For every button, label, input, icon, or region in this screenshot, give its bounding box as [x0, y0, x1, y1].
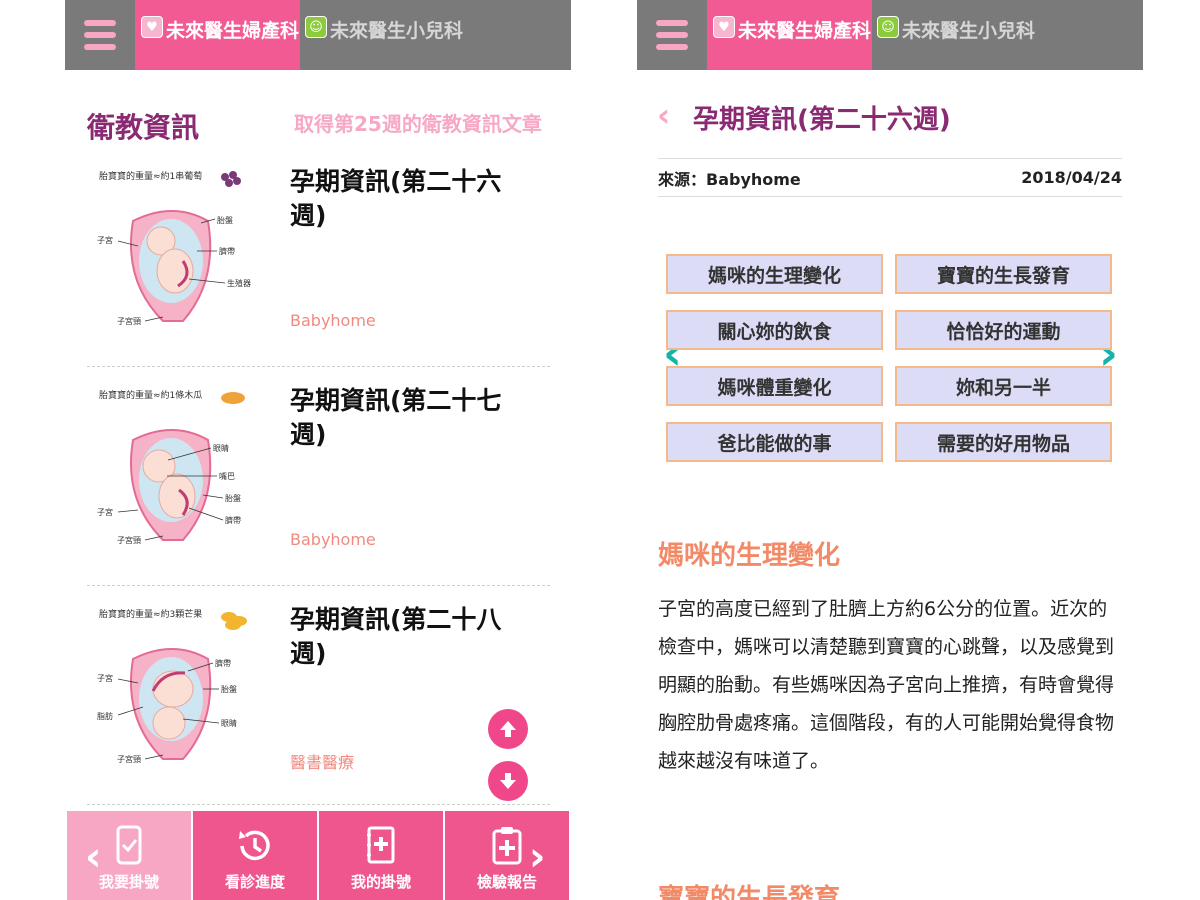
section-title: 衛教資訊 [87, 111, 200, 144]
pediatrics-logo-icon: ☺ [877, 16, 899, 38]
arrow-down-icon [500, 773, 516, 789]
svg-text:胎盤: 胎盤 [225, 493, 241, 503]
svg-text:生殖器: 生殖器 [227, 278, 251, 288]
obstetrics-logo-icon: ♥ [713, 16, 735, 38]
tab-obstetrics-label: 未來醫生婦產科 [166, 20, 300, 42]
fetch-week-articles-link[interactable]: 取得第25週的衛教資訊文章 [294, 108, 542, 137]
arrow-up-icon [500, 721, 516, 737]
category-button[interactable]: 需要的好用物品 [895, 422, 1112, 462]
article-title: 孕期資訊(第二十八週) [290, 605, 502, 668]
svg-text:胎盤: 胎盤 [217, 215, 233, 225]
menu-bar [656, 44, 688, 50]
svg-text:眼睛: 眼睛 [213, 443, 229, 453]
section-paragraph: 子宮的高度已經到了肚臍上方約6公分的位置。近次的檢查中，媽咪可以清楚聽到寶寶的心… [658, 598, 1115, 772]
article-meta-row: 來源：Babyhome 2018/04/24 [658, 158, 1122, 197]
bottom-navigation: 我要掛號 看診進度 我的掛號 檢驗報告 ‹ › [65, 811, 571, 900]
tab-pediatrics-label: 未來醫生小兒科 [902, 20, 1036, 42]
left-screen: ♥ 未來醫生婦產科 ☺ 未來醫生小兒科 衛教資訊 取得第25週的衛教資訊文章 胎… [65, 0, 571, 900]
category-button[interactable]: 恰恰好的運動 [895, 310, 1112, 350]
phone-check-icon [116, 825, 142, 865]
svg-text:子宮: 子宮 [97, 507, 113, 517]
svg-text:嘴巴: 嘴巴 [219, 471, 235, 481]
category-button[interactable]: 爸比能做的事 [666, 422, 883, 462]
tab-obstetrics-label: 未來醫生婦產科 [738, 20, 872, 42]
nav-my-registrations-button[interactable]: 我的掛號 [319, 811, 443, 900]
article-source: Babyhome [290, 311, 376, 330]
article-source: Babyhome [290, 530, 376, 549]
svg-text:臍帶: 臍帶 [225, 515, 241, 525]
back-chevron-icon[interactable]: ‹ [657, 96, 670, 134]
svg-text:臍帶: 臍帶 [215, 658, 231, 668]
article-source: 來源：Babyhome [658, 169, 801, 189]
svg-text:子宮頸: 子宮頸 [117, 754, 141, 764]
fetus-week27-illustration: 胎寶寶的重量≈約1條木瓜 眼睛 嘴巴 子宮 胎盤 臍帶 子宮頸 [97, 389, 245, 545]
nav-next-arrow-icon[interactable]: › [529, 837, 545, 877]
svg-text:脂肪: 脂肪 [97, 711, 113, 721]
article-item[interactable]: 胎寶寶的重量≈約1條木瓜 眼睛 嘴巴 子宮 胎盤 臍帶 子宮頸 孕期資訊(第二十… [87, 368, 550, 586]
svg-text:胎寶寶的重量≈約1條木瓜: 胎寶寶的重量≈約1條木瓜 [99, 389, 202, 401]
svg-text:子宮: 子宮 [97, 235, 113, 245]
menu-bar [656, 32, 688, 38]
svg-text:子宮頸: 子宮頸 [117, 316, 141, 326]
category-button[interactable]: 寶寶的生長發育 [895, 254, 1112, 294]
app-header: ♥ 未來醫生婦產科 ☺ 未來醫生小兒科 [65, 0, 571, 70]
article-item[interactable]: 胎寶寶的重量≈約3顆芒果 臍帶 子宮 胎盤 脂肪 眼睛 子宮頸 孕期資訊(第二十… [87, 587, 550, 805]
nav-register-label: 我要掛號 [98, 873, 159, 891]
menu-bar [84, 32, 116, 38]
article-title: 孕期資訊(第二十七週) [290, 386, 502, 449]
scroll-down-button[interactable] [488, 761, 528, 801]
category-button[interactable]: 關心妳的飲食 [666, 310, 883, 350]
article-date: 2018/04/24 [1021, 168, 1122, 187]
category-button[interactable]: 妳和另一半 [895, 366, 1112, 406]
fetus-week26-illustration: 胎寶寶的重量≈約1串葡萄 子宮 胎盤 臍帶 生殖器 子宮頸 [97, 170, 251, 326]
scroll-up-button[interactable] [488, 709, 528, 749]
svg-text:子宮頸: 子宮頸 [117, 535, 141, 545]
svg-text:臍帶: 臍帶 [219, 246, 235, 256]
fetus-week28-illustration: 胎寶寶的重量≈約3顆芒果 臍帶 子宮 胎盤 脂肪 眼睛 子宮頸 [97, 608, 247, 764]
tab-pediatrics-label: 未來醫生小兒科 [330, 20, 464, 42]
article-title: 孕期資訊(第二十六週) [693, 105, 951, 135]
clipboard-plus-icon [492, 827, 522, 865]
right-screen: ♥ 未來醫生婦產科 ☺ 未來醫生小兒科 ‹ 孕期資訊(第二十六週) 來源：Bab… [637, 0, 1143, 900]
menu-bar [656, 20, 688, 26]
tab-obstetrics[interactable]: ♥ 未來醫生婦產科 [135, 0, 300, 70]
svg-text:子宮: 子宮 [97, 673, 113, 683]
svg-text:眼睛: 眼睛 [221, 718, 237, 728]
menu-bar [84, 44, 116, 50]
nav-progress-label: 看診進度 [224, 873, 285, 891]
tab-obstetrics[interactable]: ♥ 未來醫生婦產科 [707, 0, 872, 70]
article-title: 孕期資訊(第二十六週) [290, 167, 502, 230]
article-item[interactable]: 胎寶寶的重量≈約1串葡萄 子宮 胎盤 臍帶 生殖器 子宮頸 孕期資訊(第二十六週… [87, 149, 550, 367]
app-header: ♥ 未來醫生婦產科 ☺ 未來醫生小兒科 [637, 0, 1143, 70]
category-button[interactable]: 媽咪體重變化 [666, 366, 883, 406]
menu-bar [84, 20, 116, 26]
category-button[interactable]: 媽咪的生理變化 [666, 254, 883, 294]
nav-prev-arrow-icon[interactable]: ‹ [85, 837, 101, 877]
obstetrics-logo-icon: ♥ [141, 16, 163, 38]
svg-text:胎寶寶的重量≈約1串葡萄: 胎寶寶的重量≈約1串葡萄 [99, 170, 202, 182]
svg-text:胎寶寶的重量≈約3顆芒果: 胎寶寶的重量≈約3顆芒果 [99, 608, 202, 620]
section-heading: 媽咪的生理變化 [658, 541, 841, 571]
category-grid: 媽咪的生理變化 寶寶的生長發育 關心妳的飲食 恰恰好的運動 媽咪體重變化 妳和另… [666, 254, 1113, 464]
history-clock-icon [239, 830, 270, 861]
tab-pediatrics[interactable]: ☺ 未來醫生小兒科 [300, 0, 571, 70]
nav-my-registrations-label: 我的掛號 [350, 873, 411, 891]
nav-progress-button[interactable]: 看診進度 [193, 811, 317, 900]
hamburger-menu-button[interactable] [65, 0, 135, 70]
section-heading: 寶寶的生長發育 [658, 884, 841, 900]
pediatrics-logo-icon: ☺ [305, 16, 327, 38]
article-source: 醫書醫療 [290, 753, 355, 772]
svg-text:胎盤: 胎盤 [221, 684, 237, 694]
medical-book-icon [367, 826, 395, 864]
tab-pediatrics[interactable]: ☺ 未來醫生小兒科 [872, 0, 1143, 70]
hamburger-menu-button[interactable] [637, 0, 707, 70]
nav-lab-report-button[interactable]: 檢驗報告 [445, 811, 569, 900]
nav-lab-report-label: 檢驗報告 [476, 873, 537, 891]
